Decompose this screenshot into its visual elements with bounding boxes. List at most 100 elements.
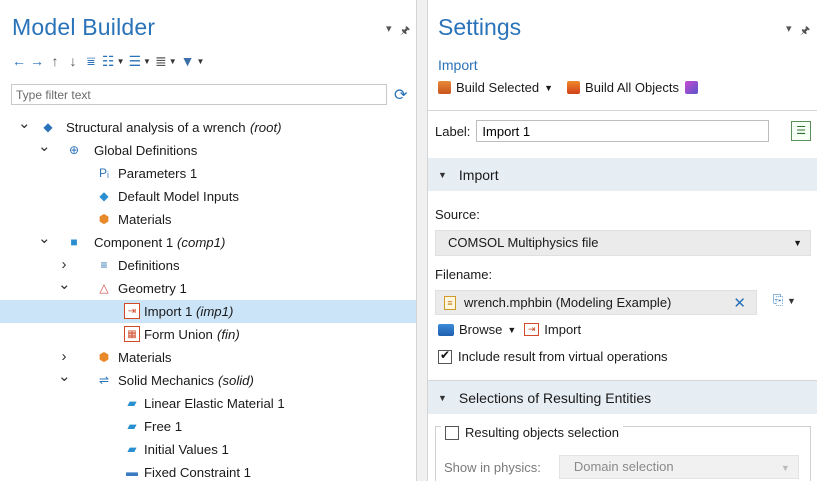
tree-node[interactable]: › ≡ Definitions: [0, 254, 416, 277]
component-icon: ■: [70, 234, 78, 249]
browse-label: Browse: [459, 322, 503, 337]
physics-node-icon: ▰: [127, 395, 137, 410]
chevron-down-icon: ▼: [544, 82, 554, 93]
tree-node[interactable]: ⌄ ⇌ Solid Mechanics (solid): [0, 369, 416, 392]
build-selected-button[interactable]: Build Selected ▼: [438, 80, 553, 95]
chevron-down-icon[interactable]: ⌄: [38, 231, 51, 246]
settings-title: Settings: [438, 14, 522, 40]
selections-section-header[interactable]: ▼ Selections of Resulting Entities: [428, 381, 817, 414]
tree-node-label: Geometry 1: [118, 281, 187, 296]
filter-input[interactable]: [11, 84, 387, 105]
build-all-icon: [567, 81, 581, 94]
chevron-down-icon[interactable]: ⌄: [18, 116, 31, 131]
tree-node-tag: (comp1): [177, 235, 226, 250]
tree-node-label: Fixed Constraint 1: [144, 465, 252, 480]
build-selected-icon: [438, 81, 451, 94]
import-section-header[interactable]: ▼ Import: [428, 158, 817, 191]
refresh-icon[interactable]: ⟳: [394, 85, 407, 105]
import-button[interactable]: ⇥ Import: [524, 322, 581, 337]
move-up-icon[interactable]: ↑: [48, 52, 62, 70]
tree-node[interactable]: ▬ Fixed Constraint 1: [0, 461, 416, 481]
model-tree-node-icon[interactable]: ▼ ▼: [181, 52, 205, 70]
build-selected-label: Build Selected: [456, 80, 540, 95]
show-in-physics-value: Domain selection: [573, 459, 674, 474]
tree-node[interactable]: ▰ Linear Elastic Material 1: [0, 392, 416, 415]
chevron-down-icon: ▼: [793, 238, 802, 248]
panel-menu-icon[interactable]: ▾: [386, 22, 392, 35]
tree-node-label: Linear Elastic Material 1: [144, 396, 285, 411]
settings-subtitle: Import: [438, 57, 478, 73]
edit-label-icon[interactable]: ☰: [791, 121, 811, 141]
chevron-right-icon[interactable]: ›: [58, 346, 70, 368]
file-icon: ≡: [444, 295, 456, 310]
folder-icon: [438, 323, 454, 336]
file-options-button[interactable]: ⎘ ▼: [773, 292, 796, 308]
settings-pin-icon[interactable]: 🖈: [800, 22, 810, 41]
pin-icon[interactable]: 🖈: [400, 22, 410, 41]
tree-node[interactable]: ⬢ Materials: [0, 208, 416, 231]
tree-node-label: Materials: [118, 212, 172, 227]
tree-node-label: Materials: [118, 350, 172, 365]
show-in-physics-caption: Show in physics:: [444, 459, 541, 475]
tree-node[interactable]: ⌄ ⊕ Global Definitions: [0, 139, 416, 162]
tree-node[interactable]: ⌄ ■ Component 1 (comp1): [0, 231, 416, 254]
build-all-button[interactable]: Build All Objects: [567, 80, 679, 95]
chevron-down-icon[interactable]: ⌄: [58, 369, 71, 384]
tree-node[interactable]: ⌄ ◆ Structural analysis of a wrench (root): [0, 116, 416, 139]
forward-arrow-icon[interactable]: →: [30, 52, 44, 70]
browse-button[interactable]: Browse ▼: [438, 322, 516, 337]
tree-node[interactable]: ⇥ Import 1 (imp1): [0, 300, 416, 323]
import-file-icon: ⇥: [524, 323, 540, 336]
panel-divider[interactable]: [417, 0, 427, 481]
chevron-down-icon: ▼: [787, 296, 796, 306]
solid-mechanics-icon: ⇌: [98, 372, 110, 387]
tree-node-label: Form Union: [144, 327, 213, 342]
tree-node-tag: (fin): [217, 327, 240, 342]
source-caption: Source:: [435, 207, 480, 222]
geometry-view-icon: [684, 81, 698, 94]
label-input[interactable]: [476, 120, 770, 142]
resulting-objects-label: Resulting objects selection: [465, 425, 619, 440]
include-virtual-label: Include result from virtual operations: [458, 349, 668, 364]
materials-icon: ⬢: [98, 349, 110, 364]
chevron-right-icon[interactable]: ›: [58, 254, 70, 276]
move-down-icon[interactable]: ↓: [66, 52, 80, 70]
tree-node[interactable]: › ⬢ Materials: [0, 346, 416, 369]
show-more-options-icon[interactable]: ⩸: [84, 52, 98, 70]
chevron-down-icon: ▼: [507, 324, 517, 335]
form-union-icon: ▦: [124, 326, 140, 342]
show-in-physics-select[interactable]: Domain selection ▼: [558, 455, 799, 479]
geometry-view-button[interactable]: [684, 81, 698, 94]
tree-node-label: Global Definitions: [94, 143, 198, 158]
back-arrow-icon[interactable]: ←: [12, 52, 26, 70]
chevron-down-icon[interactable]: ⌄: [58, 277, 71, 292]
tree-node[interactable]: ◆ Default Model Inputs: [0, 185, 416, 208]
collapse-icon[interactable]: ☰ ▼: [128, 52, 150, 70]
tree-node[interactable]: ▦ Form Union (fin): [0, 323, 416, 346]
source-select[interactable]: COMSOL Multiphysics file ▼: [435, 230, 811, 256]
settings-menu-icon[interactable]: ▾: [786, 22, 792, 35]
divider: [428, 110, 817, 111]
list-view-icon[interactable]: ≣ ▼: [155, 52, 177, 70]
include-virtual-checkbox[interactable]: [438, 348, 452, 364]
tree-node[interactable]: Pᵢ Parameters 1: [0, 162, 416, 185]
chevron-down-icon[interactable]: ⌄: [38, 139, 51, 154]
chevron-down-icon: ▼: [780, 463, 790, 473]
tree-node-label: Component 1: [94, 235, 174, 250]
build-all-label: Build All Objects: [585, 80, 679, 95]
model-builder-panel: Model Builder ▾ 🖈 ← → ↑ ↓ ⩸ ☷ ▼ ☰ ▼ ≣ ▼ ▼ ▼ …: [0, 0, 417, 481]
tree-node-tag: (imp1): [196, 304, 234, 319]
settings-panel: Settings ▾ 🖈 Import Build Selected ▼ Bui…: [427, 0, 817, 481]
filename-field[interactable]: ≡ wrench.mphbin (Modeling Example) ✕: [435, 290, 757, 315]
clear-icon[interactable]: ✕: [733, 294, 746, 312]
tree-node-label: Parameters 1: [118, 166, 198, 181]
tree-node[interactable]: ▰ Free 1: [0, 415, 416, 438]
build-toolbar: Build Selected ▼ Build All Objects: [438, 80, 698, 95]
resulting-objects-checkbox[interactable]: [445, 425, 459, 440]
tree-node-label: Default Model Inputs: [118, 189, 239, 204]
tree-node-label: Solid Mechanics: [118, 373, 215, 388]
expand-sections-icon[interactable]: ☷ ▼: [102, 52, 124, 70]
filename-value: wrench.mphbin (Modeling Example): [464, 295, 672, 310]
tree-node[interactable]: ▰ Initial Values 1: [0, 438, 416, 461]
tree-node[interactable]: ⌄ △ Geometry 1: [0, 277, 416, 300]
